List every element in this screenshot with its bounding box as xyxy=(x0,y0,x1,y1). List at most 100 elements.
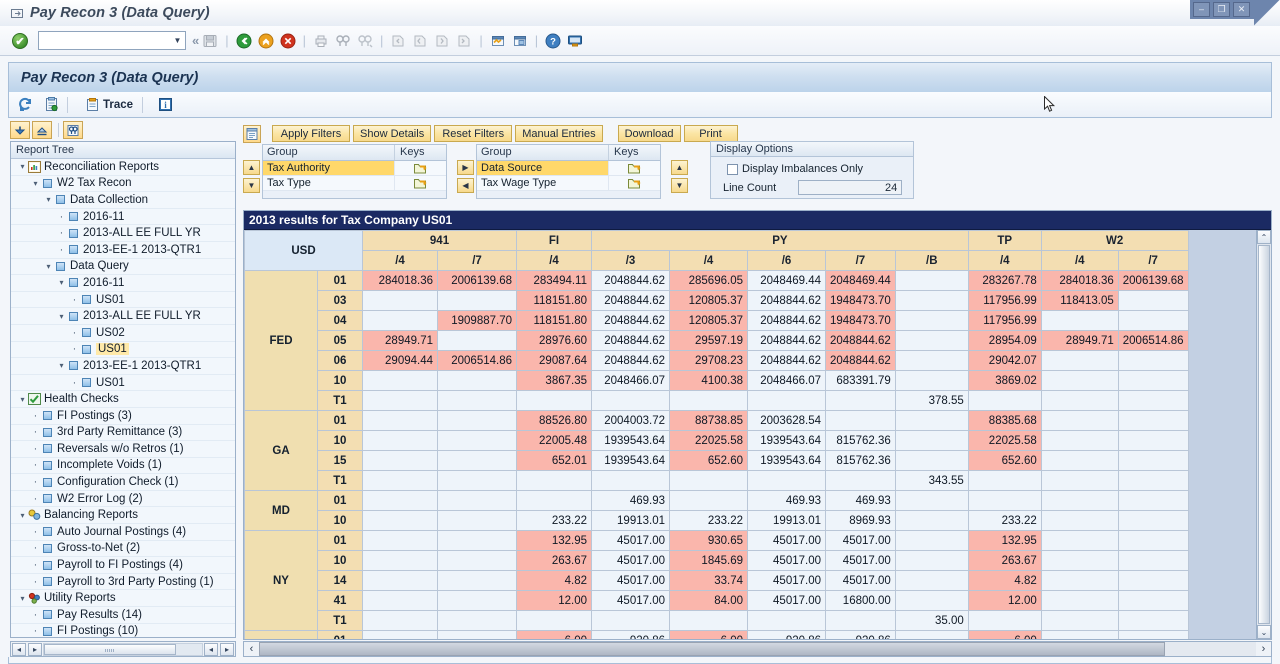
layout-settings-icon[interactable] xyxy=(243,125,261,143)
amount-cell[interactable] xyxy=(894,550,969,571)
amount-cell[interactable]: 120805.37 xyxy=(669,290,748,311)
scroll-right-button-2[interactable]: ▸ xyxy=(220,642,234,656)
amount-cell[interactable] xyxy=(669,470,748,491)
amount-cell[interactable]: 1948473.70 xyxy=(825,290,896,311)
amount-cell[interactable]: 45017.00 xyxy=(825,530,896,551)
table-row[interactable]: T1 378.55 xyxy=(245,390,1189,411)
amount-cell[interactable] xyxy=(1040,490,1119,511)
help-icon[interactable]: ? xyxy=(543,31,563,51)
table-row[interactable]: T1 35.00 xyxy=(245,610,1189,631)
amount-cell[interactable] xyxy=(1040,630,1119,639)
amount-cell[interactable]: 3869.02 xyxy=(967,370,1042,391)
keys-folder-icon[interactable] xyxy=(394,161,446,175)
amount-cell[interactable]: 132.95 xyxy=(516,530,592,551)
vertical-scroll-thumb[interactable] xyxy=(1258,245,1270,624)
amount-cell[interactable]: 29597.19 xyxy=(669,330,748,351)
results-vertical-scrollbar[interactable]: ⌃ ⌄ xyxy=(1256,230,1271,639)
amount-cell[interactable]: 28949.71 xyxy=(1040,330,1119,351)
amount-cell[interactable]: 45017.00 xyxy=(747,570,826,591)
amount-cell[interactable] xyxy=(1040,470,1119,491)
scroll-up-button[interactable]: ⌃ xyxy=(1257,230,1271,244)
trace-button[interactable]: Trace xyxy=(82,95,136,115)
amount-cell[interactable]: 22025.58 xyxy=(967,430,1042,451)
amount-cell[interactable]: 920.86 xyxy=(591,630,670,639)
amount-cell[interactable]: 28954.09 xyxy=(967,330,1042,351)
amount-cell[interactable] xyxy=(1040,310,1119,331)
amount-cell[interactable] xyxy=(362,570,438,591)
amount-cell[interactable] xyxy=(894,330,969,351)
amount-cell[interactable] xyxy=(516,390,592,411)
tree-node-reconciliation-reports[interactable]: ▾ Reconciliation Reports xyxy=(11,159,235,176)
tree-node-3rd-party-remittance-3[interactable]: · 3rd Party Remittance (3) xyxy=(11,425,235,442)
amount-cell[interactable]: 33.74 xyxy=(669,570,748,591)
amount-cell[interactable] xyxy=(362,550,438,571)
last-page-icon[interactable] xyxy=(454,31,474,51)
amount-cell[interactable]: 2048844.62 xyxy=(825,330,896,351)
maximize-button[interactable]: ❐ xyxy=(1213,2,1230,17)
amount-cell[interactable]: 88385.68 xyxy=(967,410,1042,431)
show-details-button[interactable]: Show Details xyxy=(353,125,432,142)
amount-cell[interactable]: 283494.11 xyxy=(516,270,592,291)
amount-cell[interactable] xyxy=(437,610,517,631)
amount-cell[interactable]: 2048844.62 xyxy=(747,350,826,371)
tree-node-utility-reports[interactable]: ▾ Utility Reports xyxy=(11,590,235,608)
amount-cell[interactable]: 2006514.86 xyxy=(1117,330,1189,351)
tree-node-fi-postings-10[interactable]: · FI Postings (10) xyxy=(11,624,235,637)
column-header[interactable]: /4 xyxy=(669,250,748,271)
tree-find-icon[interactable] xyxy=(63,121,83,139)
table-row[interactable]: T1 343.55 xyxy=(245,470,1189,491)
tree-node-payroll-to-3rd-party-posting-1[interactable]: · Payroll to 3rd Party Posting (1) xyxy=(11,574,235,591)
amount-cell[interactable]: 45017.00 xyxy=(591,570,670,591)
amount-cell[interactable]: 88526.80 xyxy=(516,410,592,431)
amount-cell[interactable]: 4.82 xyxy=(967,570,1042,591)
amount-cell[interactable]: 284018.36 xyxy=(362,270,438,291)
tree-node-us01[interactable]: · US01 xyxy=(11,342,235,359)
column-group-header[interactable]: W2 xyxy=(1040,230,1189,251)
hscroll-thumb[interactable] xyxy=(259,642,1165,656)
column-header[interactable]: /4 xyxy=(967,250,1042,271)
amount-cell[interactable] xyxy=(362,370,438,391)
tree-node-payroll-to-fi-postings-4[interactable]: · Payroll to FI Postings (4) xyxy=(11,557,235,574)
tree-node-2016-11[interactable]: ▾ 2016-11 xyxy=(11,275,235,292)
amount-cell[interactable]: 118413.05 xyxy=(1040,290,1119,311)
amount-cell[interactable] xyxy=(894,370,969,391)
tree-node-configuration-check-1[interactable]: · Configuration Check (1) xyxy=(11,474,235,491)
tree-expand-toggle-icon[interactable]: ▾ xyxy=(56,312,67,321)
tree-expand-toggle-icon[interactable]: ▾ xyxy=(17,511,28,520)
amount-cell[interactable] xyxy=(362,290,438,311)
table-row[interactable]: NY 01 132.95 45017.00 930.65 45017.00 45017.00… xyxy=(244,530,1189,631)
keys-folder-icon[interactable] xyxy=(394,176,446,190)
collapse-all-icon[interactable] xyxy=(32,121,52,139)
amount-cell[interactable]: 28976.60 xyxy=(516,330,592,351)
tree-node-incomplete-voids-1[interactable]: · Incomplete Voids (1) xyxy=(11,458,235,475)
amount-cell[interactable] xyxy=(362,630,438,639)
amount-cell[interactable]: 2048466.07 xyxy=(747,370,826,391)
tree-expand-toggle-icon[interactable]: ▾ xyxy=(17,162,28,171)
amount-cell[interactable] xyxy=(437,490,517,511)
tree-expand-toggle-icon[interactable]: ▾ xyxy=(17,395,28,404)
back-icon[interactable] xyxy=(234,31,254,51)
tree-expand-toggle-icon[interactable]: ▾ xyxy=(56,278,67,287)
amount-cell[interactable]: 469.93 xyxy=(591,490,670,511)
amount-cell[interactable]: 263.67 xyxy=(967,550,1042,571)
amount-cell[interactable] xyxy=(1117,610,1189,631)
tree-node-w2-error-log-2[interactable]: · W2 Error Log (2) xyxy=(11,491,235,508)
amount-cell[interactable] xyxy=(437,570,517,591)
amount-cell[interactable] xyxy=(362,590,438,611)
column-header[interactable]: /7 xyxy=(437,250,517,271)
tree-node-2013-ee-1-2013-qtr1[interactable]: · 2013-EE-1 2013-QTR1 xyxy=(11,242,235,259)
amount-cell[interactable] xyxy=(1040,390,1119,411)
amount-cell[interactable] xyxy=(362,510,438,531)
right-group-row-tax-wage-type[interactable]: Tax Wage Type xyxy=(477,176,660,191)
tree-node-balancing-reports[interactable]: ▾ Balancing Reports xyxy=(11,507,235,525)
move-up-button-right[interactable]: ▲ xyxy=(671,160,688,175)
amount-cell[interactable]: 4.82 xyxy=(516,570,592,591)
find-icon[interactable] xyxy=(333,31,353,51)
amount-cell[interactable] xyxy=(1040,530,1119,551)
amount-cell[interactable] xyxy=(894,570,969,591)
column-group-header[interactable]: PY xyxy=(591,230,969,251)
tree-node-2013-ee-1-2013-qtr1[interactable]: ▾ 2013-EE-1 2013-QTR1 xyxy=(11,358,235,375)
amount-cell[interactable] xyxy=(825,470,896,491)
amount-cell[interactable] xyxy=(1117,530,1189,551)
amount-cell[interactable] xyxy=(362,490,438,511)
